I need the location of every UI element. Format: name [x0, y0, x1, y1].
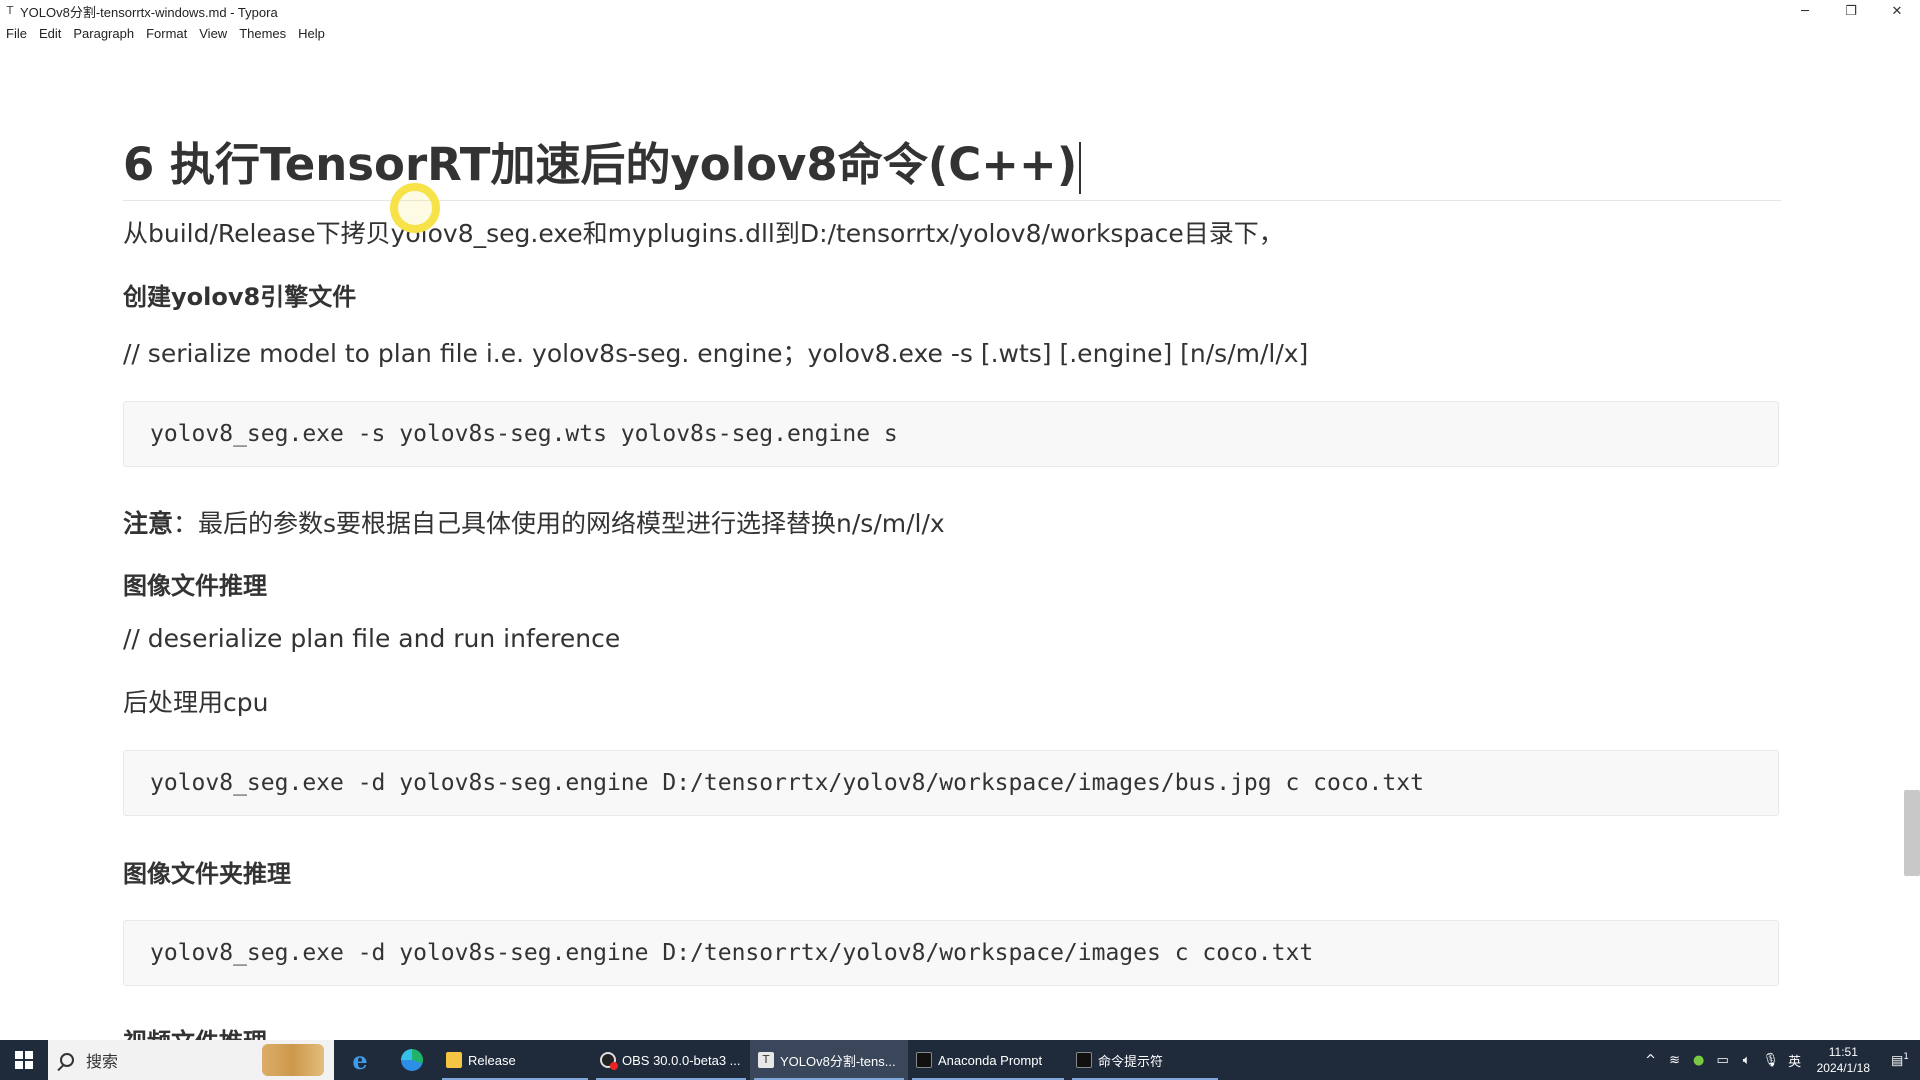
taskbar-app-typora[interactable]: T YOLOv8分割-tens...	[750, 1040, 908, 1080]
notification-count: 1	[1903, 1051, 1910, 1062]
close-button[interactable]: ✕	[1874, 0, 1920, 22]
app-tray-icon[interactable]: ●	[1687, 1053, 1711, 1068]
minimize-button[interactable]: ─	[1782, 0, 1828, 22]
section-heading[interactable]: 6 执行TensorRT加速后的yolov8命令(C++)	[123, 128, 1781, 201]
cmd-icon	[1076, 1052, 1092, 1068]
typora-icon: T	[758, 1052, 774, 1068]
title-bar: T YOLOv8分割-tensorrtx-windows.md - Typora…	[0, 0, 1920, 22]
taskbar-app-cmd[interactable]: 命令提示符	[1068, 1040, 1222, 1080]
code-block-folder[interactable]: yolov8_seg.exe -d yolov8s-seg.engine D:/…	[123, 920, 1779, 986]
internet-explorer-icon: e	[352, 1045, 368, 1075]
editor-area[interactable]: 6 执行TensorRT加速后的yolov8命令(C++) 从build/Rel…	[0, 44, 1920, 1040]
edge-icon	[401, 1049, 423, 1071]
taskbar-app-obs[interactable]: OBS 30.0.0-beta3 ...	[592, 1040, 750, 1080]
note-label: 注意	[123, 509, 174, 538]
show-hidden-icons-chevron[interactable]: ^	[1639, 1053, 1663, 1068]
taskbar: 搜索 e Release OBS 30.0.0-beta3 ... T YOLO…	[0, 1040, 1920, 1080]
serialize-comment[interactable]: // serialize model to plan file i.e. yol…	[123, 334, 1308, 370]
start-button[interactable]	[0, 1040, 48, 1080]
device-icon[interactable]: ▭	[1711, 1053, 1735, 1068]
mouse-cursor-highlight	[390, 183, 440, 233]
menu-edit[interactable]: Edit	[33, 26, 67, 41]
ie-taskbar-button[interactable]: e	[334, 1040, 386, 1080]
code-folder-text: yolov8_seg.exe -d yolov8s-seg.engine D:/…	[150, 940, 1314, 966]
taskbar-app-release[interactable]: Release	[438, 1040, 592, 1080]
menu-bar: File Edit Paragraph Format View Themes H…	[0, 22, 1920, 44]
taskbar-app-anaconda[interactable]: Anaconda Prompt	[908, 1040, 1068, 1080]
deserialize-comment[interactable]: // deserialize plan file and run inferen…	[123, 624, 620, 653]
taskbar-search[interactable]: 搜索	[48, 1040, 334, 1080]
image-inference-heading[interactable]: 图像文件推理	[123, 566, 267, 601]
code-block-image[interactable]: yolov8_seg.exe -d yolov8s-seg.engine D:/…	[123, 750, 1779, 816]
search-placeholder: 搜索	[86, 1054, 119, 1071]
video-inference-heading[interactable]: 视频文件推理	[123, 1022, 267, 1040]
note-text: ：最后的参数s要根据自己具体使用的网络模型进行选择替换n/s/m/l/x	[173, 509, 945, 538]
search-icon	[60, 1053, 74, 1067]
clock-time: 11:51	[1828, 1045, 1858, 1059]
menu-paragraph[interactable]: Paragraph	[67, 26, 140, 41]
window-controls: ─ ❐ ✕	[1782, 0, 1920, 22]
menu-help[interactable]: Help	[292, 26, 331, 41]
obs-icon	[600, 1052, 618, 1070]
microphone-icon[interactable]: 🎙︎	[1759, 1053, 1783, 1068]
edge-taskbar-button[interactable]	[386, 1040, 438, 1080]
menu-view[interactable]: View	[193, 26, 233, 41]
network-icon[interactable]: ≋	[1663, 1053, 1687, 1068]
notification-center-icon[interactable]: ▤1	[1880, 1052, 1920, 1068]
note-paragraph[interactable]: 注意：最后的参数s要根据自己具体使用的网络模型进行选择替换n/s/m/l/x	[123, 504, 945, 540]
restore-button[interactable]: ❐	[1828, 0, 1874, 22]
code-serialize-text: yolov8_seg.exe -s yolov8s-seg.wts yolov8…	[150, 421, 898, 447]
search-highlight-image	[262, 1044, 324, 1076]
text-caret	[1079, 142, 1082, 194]
terminal-icon	[916, 1052, 932, 1068]
clock-date: 2024/1/18	[1816, 1061, 1870, 1075]
code-image-text: yolov8_seg.exe -d yolov8s-seg.engine D:/…	[150, 770, 1424, 796]
menu-themes[interactable]: Themes	[233, 26, 292, 41]
code-block-serialize[interactable]: yolov8_seg.exe -s yolov8s-seg.wts yolov8…	[123, 401, 1779, 467]
menu-format[interactable]: Format	[140, 26, 193, 41]
folder-inference-heading[interactable]: 图像文件夹推理	[123, 854, 291, 889]
copy-instruction-paragraph[interactable]: 从build/Release下拷贝yolov8_seg.exe和myplugin…	[123, 214, 1284, 250]
windows-logo-icon	[15, 1051, 33, 1069]
postprocess-paragraph[interactable]: 后处理用cpu	[123, 683, 268, 719]
menu-file[interactable]: File	[0, 26, 33, 41]
system-tray: ^ ≋ ● ▭ 🔈︎ 🎙︎ 英 11:51 2024/1/18 ▤1	[1639, 1040, 1920, 1080]
create-engine-heading[interactable]: 创建yolov8引擎文件	[123, 277, 356, 312]
input-method-indicator[interactable]: 英	[1783, 1051, 1807, 1070]
window-title: YOLOv8分割-tensorrtx-windows.md - Typora	[20, 4, 278, 20]
typora-app-icon: T	[6, 4, 14, 17]
clock[interactable]: 11:51 2024/1/18	[1817, 1044, 1870, 1076]
scrollbar-thumb[interactable]	[1904, 790, 1920, 876]
folder-icon	[446, 1052, 462, 1068]
volume-icon[interactable]: 🔈︎	[1735, 1053, 1759, 1068]
